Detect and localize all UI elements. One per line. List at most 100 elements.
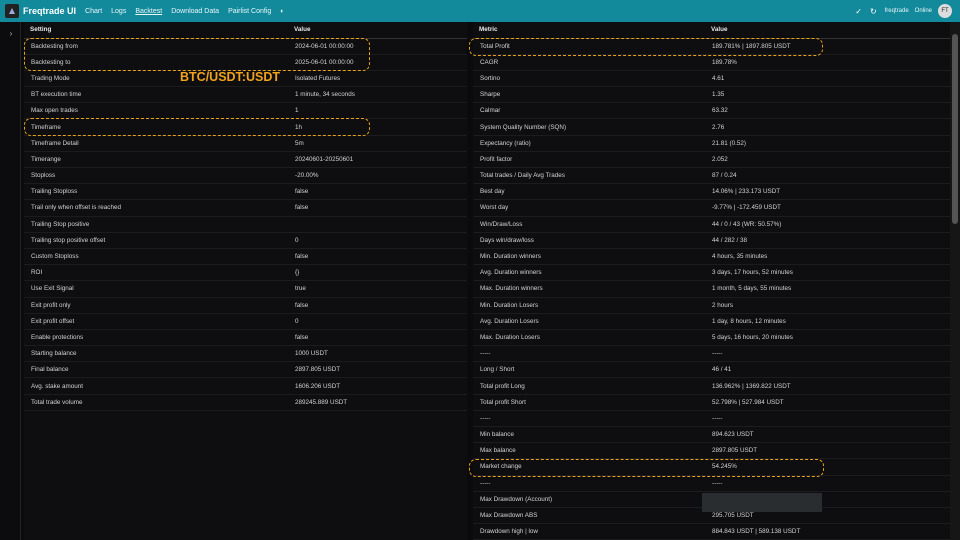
- freqtrade-logo-icon[interactable]: [5, 4, 19, 18]
- row-label: Long / Short: [473, 361, 705, 379]
- row-value: [288, 216, 467, 233]
- row-label: Market change: [473, 458, 705, 476]
- row-label: Total trades / Daily Avg Trades: [473, 167, 705, 185]
- row-value: 189.78%: [705, 54, 950, 71]
- row-value: 5m: [288, 135, 467, 152]
- brand-title[interactable]: Freqtrade UI: [23, 6, 76, 16]
- check-icon[interactable]: ✓: [855, 7, 862, 16]
- row-value: 2 hours: [705, 297, 950, 314]
- table-row: Total Profit 189.781% | 1897.805 USDT: [473, 38, 950, 55]
- row-label: Best day: [473, 183, 705, 201]
- row-label: Max. Duration winners: [473, 280, 705, 298]
- scrollbar-thumb[interactable]: [952, 34, 958, 224]
- settings-header-value: Value: [288, 22, 467, 39]
- row-value: -9.77% | -172.459 USDT: [705, 199, 950, 217]
- table-row: ----- -----: [473, 410, 950, 428]
- nav-link-backtest[interactable]: Backtest: [135, 8, 162, 15]
- metrics-panel: Metric Value Total Profit 189.781% | 1897…: [473, 22, 950, 540]
- row-label: Calmar: [473, 102, 705, 120]
- table-row: BT execution time 1 minute, 34 seconds: [24, 86, 467, 104]
- sidebar: ›: [0, 22, 21, 540]
- row-label: Sortino: [473, 70, 705, 88]
- page-scrollbar[interactable]: [950, 22, 960, 540]
- row-value: {}: [288, 264, 467, 282]
- row-label: Sharpe: [473, 86, 705, 104]
- table-row: Enable protections false: [24, 329, 467, 347]
- table-row: Expectancy (ratio) 21.81 (0.52): [473, 135, 950, 152]
- row-value: 1606.206 USDT: [288, 377, 467, 395]
- row-label: -----: [473, 345, 705, 363]
- table-row: Max open trades 1: [24, 102, 467, 120]
- table-row: Final balance 2897.805 USDT: [24, 361, 467, 379]
- row-label: Avg. Duration winners: [473, 264, 705, 282]
- row-value: 1000 USDT: [288, 345, 467, 363]
- row-label: Min. Duration winners: [473, 248, 705, 266]
- nav-link-pairlist-config[interactable]: Pairlist Config: [228, 8, 271, 15]
- row-label: Use Exit Signal: [24, 280, 288, 298]
- row-value: 1 day, 8 hours, 12 minutes: [705, 313, 950, 330]
- table-row: Sortino 4.61: [473, 70, 950, 88]
- nav-link-chart[interactable]: Chart: [85, 8, 102, 15]
- table-row: Trail only when offset is reached false: [24, 199, 467, 217]
- row-label: Trailing stop positive offset: [24, 232, 288, 249]
- row-value: 4 hours, 35 minutes: [705, 248, 950, 266]
- row-value: true: [288, 280, 467, 298]
- table-row: Avg. Duration Losers 1 day, 8 hours, 12 m…: [473, 313, 950, 330]
- row-label: Max balance: [473, 442, 705, 460]
- row-value: false: [288, 297, 467, 314]
- nav-link-download-data[interactable]: Download Data: [171, 8, 219, 15]
- row-value: 52.798% | 527.984 USDT: [705, 394, 950, 411]
- theme-toggle-icon[interactable]: ◐: [280, 8, 284, 15]
- table-row: Win/Draw/Loss 44 / 0 / 43 (WR: 50.57%): [473, 216, 950, 233]
- table-row: Timeframe Detail 5m: [24, 135, 467, 152]
- row-value: 189.781% | 1897.805 USDT: [705, 38, 950, 55]
- row-value: -----: [705, 410, 950, 428]
- avatar[interactable]: FT: [938, 4, 952, 18]
- chevron-right-icon[interactable]: ›: [4, 26, 18, 40]
- refresh-icon[interactable]: ↻: [870, 7, 877, 16]
- row-value: 63.32: [705, 102, 950, 120]
- row-value: -20.00%: [288, 167, 467, 185]
- row-value: 2024-06-01 00:00:00: [288, 38, 467, 55]
- row-label: System Quality Number (SQN): [473, 118, 705, 136]
- row-value: 44 / 282 / 38: [705, 232, 950, 249]
- table-row: Exit profit only false: [24, 297, 467, 314]
- row-label: Avg. stake amount: [24, 377, 288, 395]
- row-value: 2897.805 USDT: [705, 442, 950, 460]
- pair-annotation: BTC/USDT:USDT: [180, 70, 280, 84]
- row-label: Total trade volume: [24, 394, 288, 411]
- row-value: 289245.889 USDT: [288, 394, 467, 411]
- row-value: 1 minute, 34 seconds: [288, 86, 467, 104]
- row-value: 1.35: [705, 86, 950, 104]
- row-label: Enable protections: [24, 329, 288, 347]
- row-value: 1h: [288, 118, 467, 136]
- nav-link-logs[interactable]: Logs: [111, 8, 126, 15]
- row-value: 20240601-20250601: [288, 151, 467, 169]
- row-value: 21.81 (0.52): [705, 135, 950, 152]
- row-label: Total Profit: [473, 38, 705, 55]
- table-row: Min balance 894.623 USDT: [473, 426, 950, 444]
- table-row: Timeframe 1h: [24, 118, 467, 136]
- row-label: Min. Duration Losers: [473, 297, 705, 314]
- table-row: Profit factor 2.052: [473, 151, 950, 169]
- row-label: Expectancy (ratio): [473, 135, 705, 152]
- row-value: false: [288, 199, 467, 217]
- table-row: Use Exit Signal true: [24, 280, 467, 298]
- row-label: Days win/draw/loss: [473, 232, 705, 249]
- table-row: Starting balance 1000 USDT: [24, 345, 467, 363]
- row-label: Trailing Stoploss: [24, 183, 288, 201]
- table-row: Max balance 2897.805 USDT: [473, 442, 950, 460]
- row-value: 136.962% | 1369.822 USDT: [705, 377, 950, 395]
- row-value: false: [288, 329, 467, 347]
- table-row: Max. Duration Losers 5 days, 16 hours, 20…: [473, 329, 950, 347]
- row-label: Profit factor: [473, 151, 705, 169]
- metrics-table-body: Total Profit 189.781% | 1897.805 USDT CAGR…: [473, 38, 950, 540]
- row-label: Trail only when offset is reached: [24, 199, 288, 217]
- row-value: 2025-06-01 00:00:00: [288, 54, 467, 71]
- row-label: Backtesting to: [24, 54, 288, 71]
- table-row: Worst day -9.77% | -172.459 USDT: [473, 199, 950, 217]
- row-label: Exit profit offset: [24, 313, 288, 330]
- table-row: Trailing stop positive offset 0: [24, 232, 467, 249]
- row-label: Max Drawdown (Account): [473, 491, 705, 508]
- row-label: -----: [473, 475, 705, 492]
